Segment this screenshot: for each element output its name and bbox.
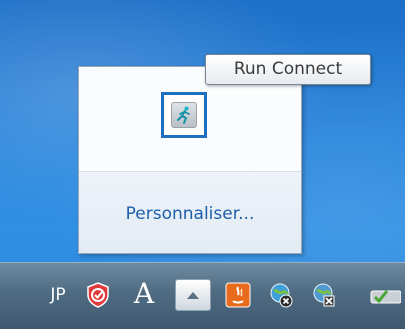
antivirus-shield-icon[interactable]	[82, 279, 114, 311]
customize-link[interactable]: Personnaliser...	[79, 204, 301, 224]
notification-overflow-popup: Personnaliser...	[78, 66, 302, 254]
taskbar: JP A	[0, 262, 405, 329]
language-indicator[interactable]: JP	[38, 277, 78, 313]
network-error-icon[interactable]	[308, 279, 340, 311]
safely-remove-hardware-icon[interactable]	[360, 279, 405, 311]
show-hidden-icons-button[interactable]	[175, 279, 211, 311]
chevron-up-icon	[187, 292, 199, 299]
tooltip: Run Connect	[205, 54, 371, 85]
ime-mode-icon[interactable]: A	[131, 273, 157, 313]
run-connect-tray-icon[interactable]	[161, 92, 207, 138]
network-disconnected-icon[interactable]	[265, 279, 297, 311]
runner-icon	[171, 102, 197, 128]
java-icon[interactable]	[222, 279, 254, 311]
